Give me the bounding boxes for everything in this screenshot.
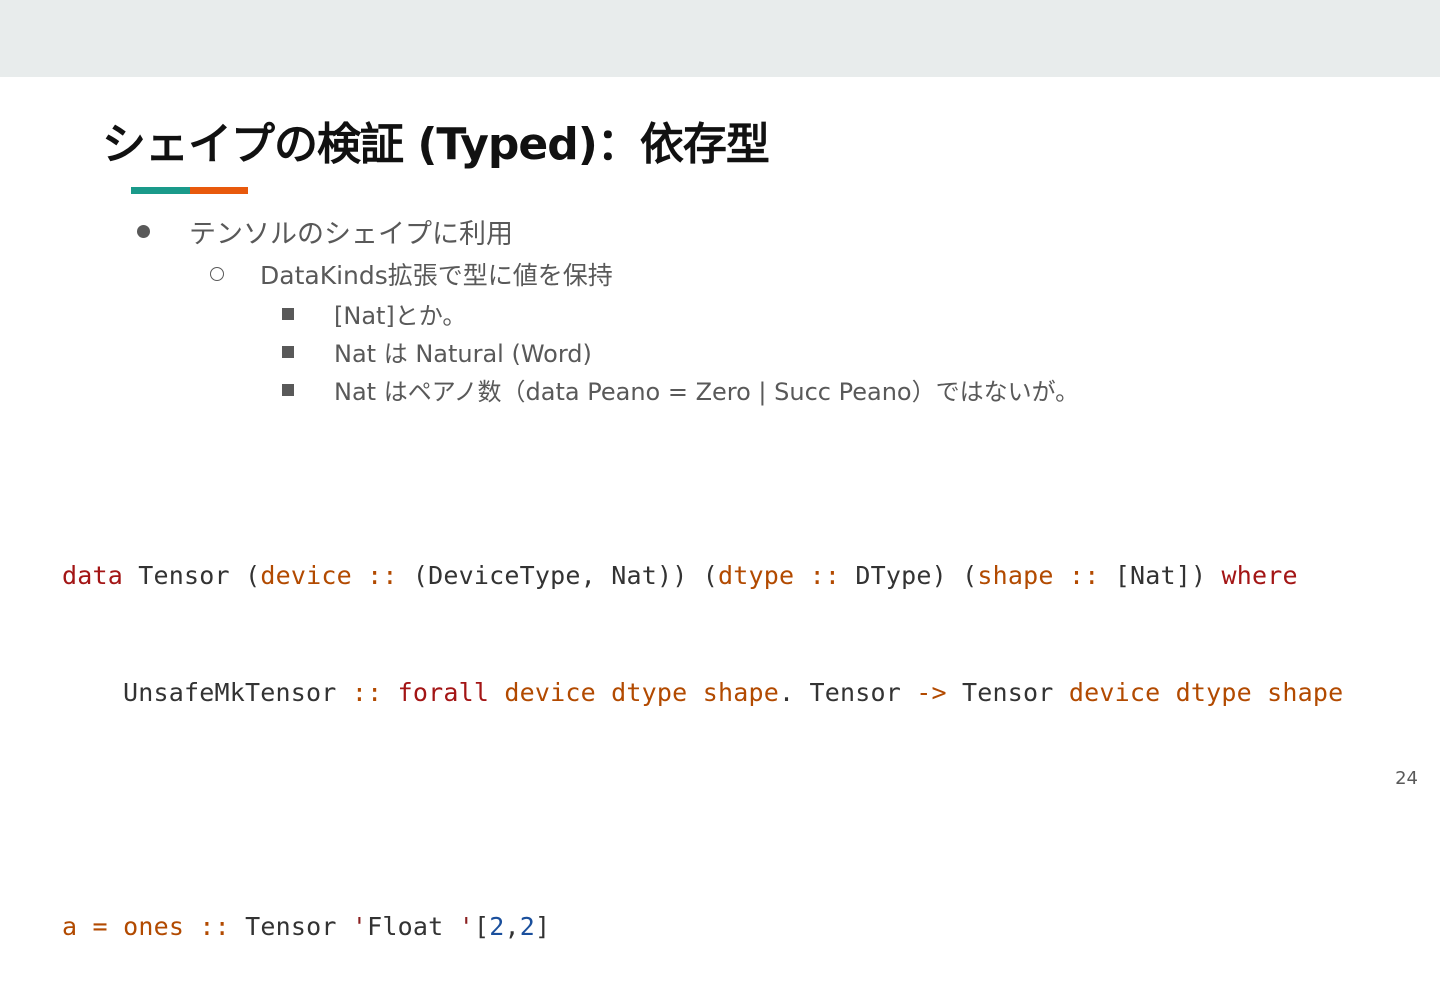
title-accent-orange — [190, 187, 248, 194]
bullet-square-icon — [282, 307, 294, 320]
bullet-square-icon — [282, 383, 294, 396]
code-line: data Tensor (device :: (DeviceType, Nat)… — [62, 561, 1298, 590]
bullet-text: Nat は Natural (Word) — [334, 340, 592, 368]
bullet-text: [Nat]とか。 — [334, 302, 467, 330]
code-line: a = ones :: Tensor 'Float '[2,2] — [62, 912, 551, 941]
slide-title: シェイプの検証 (Typed)：依存型 — [102, 119, 770, 170]
page-number: 24 — [1395, 768, 1418, 789]
bullet-text: テンソルのシェイプに利用 — [189, 219, 513, 250]
bullet-level1: テンソルのシェイプに利用 — [135, 212, 513, 251]
bullet-level3: Nat は Natural (Word) — [280, 334, 592, 369]
bullet-level3: [Nat]とか。 — [280, 296, 466, 331]
bullet-text: Nat はペアノ数（data Peano = Zero | Succ Peano… — [334, 378, 1080, 406]
bullet-text: DataKinds拡張で型に値を保持 — [260, 261, 613, 290]
title-accent-teal — [131, 187, 190, 194]
bullet-square-icon — [282, 345, 294, 358]
bullet-level2: DataKinds拡張で型に値を保持 — [208, 256, 613, 292]
bullet-dot-icon — [137, 225, 150, 238]
bullet-ring-icon — [210, 267, 224, 281]
top-band — [0, 0, 1440, 77]
bullet-level3: Nat はペアノ数（data Peano = Zero | Succ Peano… — [280, 372, 1079, 407]
code-line: UnsafeMkTensor :: forall device dtype sh… — [123, 678, 1344, 707]
code-block: data Tensor (device :: (DeviceType, Nat)… — [62, 478, 1343, 985]
